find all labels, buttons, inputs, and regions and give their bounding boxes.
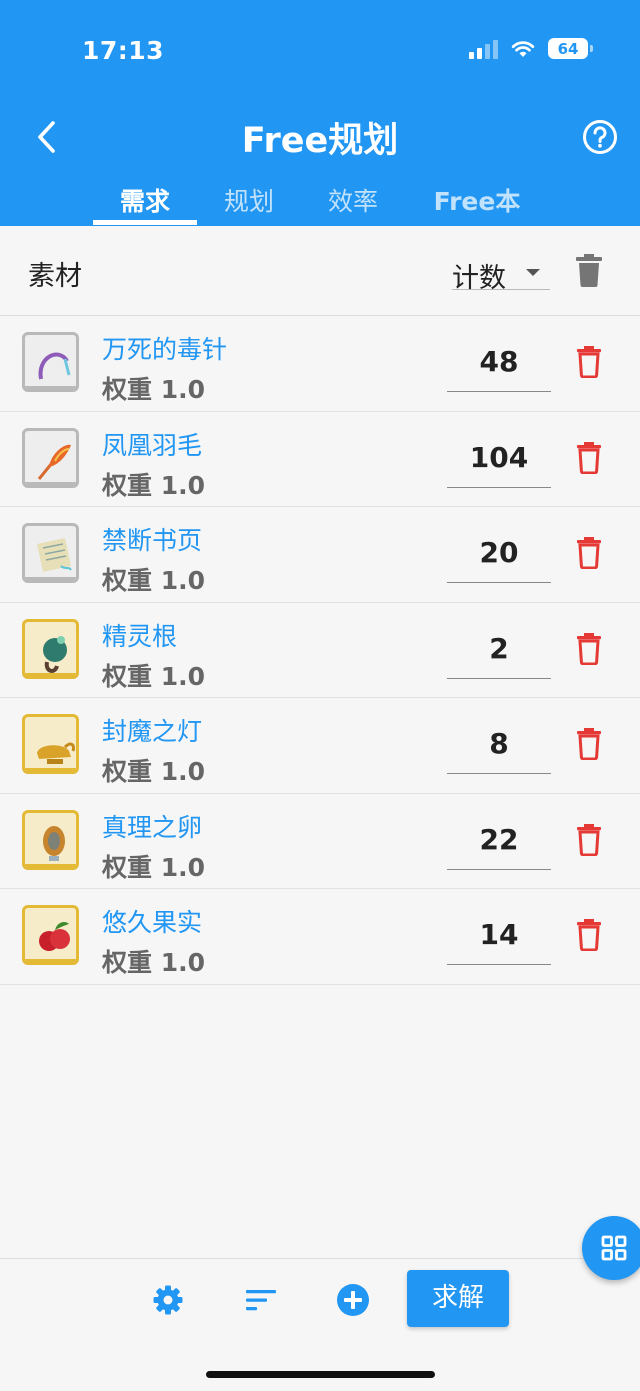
material-weight[interactable]: 权重 1.0	[102, 943, 205, 979]
material-item-icon	[25, 635, 76, 676]
material-count-input[interactable]: 2	[447, 631, 551, 679]
trash-icon	[577, 441, 601, 474]
material-row: 凤凰羽毛 权重 1.0 104	[0, 411, 640, 507]
material-row: 悠久果实 权重 1.0 14	[0, 889, 640, 985]
cellular-signal-icon	[469, 39, 498, 59]
material-list: 万死的毒针 权重 1.0 48 凤凰羽毛 权重 1.0 104 禁断书页 权重 …	[0, 316, 640, 985]
add-circle-icon[interactable]	[336, 1283, 370, 1317]
tab-plan[interactable]: 规划	[197, 182, 301, 226]
material-thumbnail[interactable]	[22, 618, 79, 679]
wifi-icon	[511, 40, 535, 57]
trash-icon	[577, 728, 601, 761]
material-weight[interactable]: 权重 1.0	[102, 370, 205, 406]
material-name[interactable]: 禁断书页	[102, 521, 202, 557]
delete-material-button[interactable]	[575, 631, 603, 665]
material-column-label: 素材	[28, 261, 82, 292]
sort-icon[interactable]	[244, 1283, 278, 1317]
grid-view-fab[interactable]	[582, 1216, 640, 1280]
help-icon	[583, 120, 617, 154]
material-name[interactable]: 封魔之灯	[102, 712, 202, 748]
tab-efficiency[interactable]: 效率	[301, 182, 405, 226]
page-title: Free规划	[241, 121, 399, 161]
material-name[interactable]: 悠久果实	[102, 903, 202, 939]
material-weight[interactable]: 权重 1.0	[102, 657, 205, 693]
material-row: 封魔之灯 权重 1.0 8	[0, 698, 640, 794]
material-row: 禁断书页 权重 1.0 20	[0, 507, 640, 603]
material-weight[interactable]: 权重 1.0	[102, 561, 205, 597]
material-count-input[interactable]: 20	[447, 535, 551, 583]
material-name[interactable]: 真理之卵	[102, 808, 202, 844]
material-item-icon	[25, 352, 76, 389]
delete-material-button[interactable]	[575, 917, 603, 952]
material-row: 万死的毒针 权重 1.0 48	[0, 316, 640, 412]
material-thumbnail[interactable]	[22, 905, 79, 965]
material-name[interactable]: 万死的毒针	[102, 330, 227, 366]
material-count-input[interactable]: 22	[447, 822, 551, 870]
material-weight[interactable]: 权重 1.0	[102, 752, 205, 788]
material-thumbnail[interactable]	[22, 809, 79, 870]
grid-icon	[601, 1235, 627, 1261]
material-thumbnail[interactable]	[22, 332, 79, 392]
list-header: 素材 计数	[0, 226, 640, 316]
active-tab-indicator	[93, 220, 197, 225]
trash-icon	[577, 537, 601, 570]
trash-icon	[576, 254, 602, 287]
sort-dropdown[interactable]: 计数	[452, 256, 550, 294]
material-item-icon	[25, 444, 76, 485]
material-name[interactable]: 凤凰羽毛	[102, 426, 202, 462]
delete-material-button[interactable]	[575, 535, 603, 570]
delete-material-button[interactable]	[575, 726, 603, 761]
home-indicator	[206, 1371, 435, 1378]
trash-icon	[577, 346, 601, 379]
material-item-icon	[25, 825, 76, 867]
material-count-input[interactable]: 14	[447, 917, 551, 965]
material-count-input[interactable]: 104	[447, 440, 551, 488]
trash-icon	[577, 919, 601, 952]
material-thumbnail[interactable]	[22, 523, 79, 583]
material-item-icon	[25, 538, 76, 580]
battery-indicator: 64	[548, 38, 593, 59]
status-time: 17:13	[82, 36, 165, 65]
clear-all-button[interactable]	[574, 252, 604, 288]
app-bar: 17:13 64 Free规划 需求 规划 效率 Free本	[0, 0, 640, 226]
tab-free-quest[interactable]: Free本	[425, 182, 529, 226]
status-icons: 64	[469, 38, 593, 59]
material-thumbnail[interactable]	[22, 427, 79, 488]
material-row: 精灵根 权重 1.0 2	[0, 602, 640, 698]
material-count-input[interactable]: 8	[447, 726, 551, 774]
delete-material-button[interactable]	[575, 822, 603, 856]
trash-icon	[577, 632, 601, 665]
delete-material-button[interactable]	[575, 440, 603, 474]
delete-material-button[interactable]	[575, 344, 603, 379]
solve-button[interactable]: 求解	[407, 1270, 509, 1327]
material-row: 真理之卵 权重 1.0 22	[0, 793, 640, 889]
chevron-down-icon	[526, 269, 540, 276]
help-button[interactable]	[582, 119, 618, 155]
material-weight[interactable]: 权重 1.0	[102, 848, 205, 884]
material-item-icon	[25, 742, 76, 771]
material-name[interactable]: 精灵根	[102, 617, 177, 653]
trash-icon	[577, 823, 601, 856]
material-item-icon	[25, 922, 76, 962]
material-count-input[interactable]: 48	[447, 344, 551, 392]
material-weight[interactable]: 权重 1.0	[102, 466, 205, 502]
sort-dropdown-value: 计数	[452, 263, 506, 294]
settings-icon[interactable]	[151, 1283, 185, 1317]
material-thumbnail[interactable]	[22, 714, 79, 774]
